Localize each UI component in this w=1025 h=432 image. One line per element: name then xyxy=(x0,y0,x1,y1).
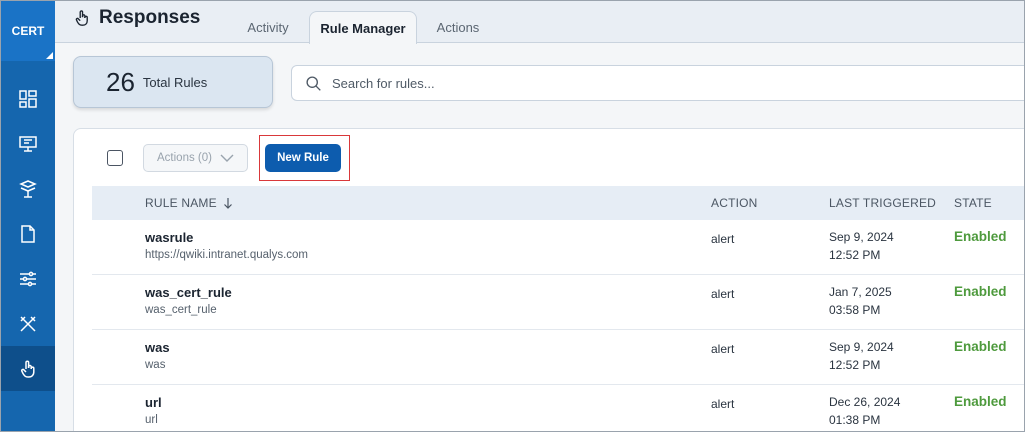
rule-name[interactable]: url xyxy=(145,395,162,410)
tab-activity[interactable]: Activity xyxy=(231,11,305,43)
nav-item-assets[interactable] xyxy=(1,166,55,211)
nav-item-reports[interactable] xyxy=(1,211,55,256)
app-window: CERT Responses Activity Rule Manager Act… xyxy=(0,0,1025,432)
column-header-rule-name[interactable]: RULE NAME xyxy=(145,186,233,220)
last-triggered-date: Sep 9, 2024 xyxy=(829,230,894,244)
table-row[interactable]: url url alert Dec 26, 2024 01:38 PM Enab… xyxy=(92,385,1024,431)
search-input[interactable] xyxy=(332,75,932,91)
tab-bar: Activity Rule Manager Actions xyxy=(231,11,499,44)
brand-label: CERT xyxy=(11,24,45,38)
table-row[interactable]: was_cert_rule was_cert_rule alert Jan 7,… xyxy=(92,275,1024,330)
nav-item-monitor[interactable] xyxy=(1,121,55,166)
total-rules-label: Total Rules xyxy=(142,74,208,90)
nav-item-responses[interactable] xyxy=(1,346,55,391)
select-all-checkbox[interactable] xyxy=(107,150,123,166)
rule-action: alert xyxy=(711,232,735,246)
brand-switcher[interactable]: CERT xyxy=(1,1,55,61)
column-header-last-triggered[interactable]: LAST TRIGGERED xyxy=(829,186,936,220)
rules-panel: Actions (0) New Rule RULE NAME ACTION LA… xyxy=(73,128,1024,431)
hand-pointer-icon xyxy=(75,10,88,26)
rule-state: Enabled xyxy=(954,394,1007,409)
actions-dropdown-button[interactable]: Actions (0) xyxy=(143,144,248,172)
rule-state: Enabled xyxy=(954,229,1007,244)
rule-name[interactable]: wasrule xyxy=(145,230,193,245)
main-area: Responses Activity Rule Manager Actions … xyxy=(55,1,1024,431)
rule-description: url xyxy=(145,414,158,426)
last-triggered-date: Dec 26, 2024 xyxy=(829,395,901,409)
document-icon xyxy=(21,224,35,243)
nav-item-dashboard[interactable] xyxy=(1,76,55,121)
left-nav-rail: CERT xyxy=(1,1,55,431)
chevron-down-icon xyxy=(220,154,234,162)
rule-description: was_cert_rule xyxy=(145,304,217,316)
search-icon xyxy=(306,75,321,91)
nav-item-tools[interactable] xyxy=(1,301,55,346)
tab-rule-manager[interactable]: Rule Manager xyxy=(309,11,417,44)
last-triggered-time: 12:52 PM xyxy=(829,358,881,372)
column-header-state[interactable]: STATE xyxy=(954,186,992,220)
nav-item-configuration[interactable] xyxy=(1,256,55,301)
column-header-label: RULE NAME xyxy=(145,196,217,210)
search-box xyxy=(291,65,1024,101)
table-row[interactable]: wasrule https://qwiki.intranet.qualys.co… xyxy=(92,220,1024,275)
rule-state: Enabled xyxy=(954,339,1007,354)
tools-icon xyxy=(20,315,36,332)
last-triggered-time: 01:38 PM xyxy=(829,413,881,427)
page-title-text: Responses xyxy=(99,7,201,28)
column-header-action[interactable]: ACTION xyxy=(711,186,758,220)
hand-pointer-icon xyxy=(21,360,35,378)
last-triggered-date: Jan 7, 2025 xyxy=(829,285,892,299)
dashboard-icon xyxy=(19,89,37,108)
monitor-icon xyxy=(19,135,37,152)
table-header: RULE NAME ACTION LAST TRIGGERED STATE xyxy=(92,186,1024,220)
brand-menu-corner-icon xyxy=(46,52,53,59)
total-rules-card: 26 Total Rules xyxy=(73,56,273,108)
top-bar: Responses Activity Rule Manager Actions xyxy=(55,1,1024,44)
sliders-icon xyxy=(20,271,36,286)
rule-description: https://qwiki.intranet.qualys.com xyxy=(145,249,308,261)
last-triggered-date: Sep 9, 2024 xyxy=(829,340,894,354)
page-title: Responses xyxy=(73,7,200,29)
rule-description: was xyxy=(145,359,166,371)
rule-action: alert xyxy=(711,397,735,411)
rule-action: alert xyxy=(711,287,735,301)
total-rules-count: 26 xyxy=(106,66,135,97)
sort-down-arrow-icon xyxy=(223,198,232,209)
tab-actions[interactable]: Actions xyxy=(417,11,499,43)
rules-toolbar: Actions (0) New Rule xyxy=(74,129,1024,187)
last-triggered-time: 12:52 PM xyxy=(829,248,881,262)
rule-state: Enabled xyxy=(954,284,1007,299)
rules-table: RULE NAME ACTION LAST TRIGGERED STATE wa… xyxy=(92,186,1024,431)
rule-action: alert xyxy=(711,342,735,356)
actions-dropdown-label: Actions (0) xyxy=(157,152,212,164)
assets-icon xyxy=(19,179,37,198)
table-row[interactable]: was was alert Sep 9, 2024 12:52 PM Enabl… xyxy=(92,330,1024,385)
rule-name[interactable]: was_cert_rule xyxy=(145,285,232,300)
rule-name[interactable]: was xyxy=(145,340,170,355)
new-rule-button[interactable]: New Rule xyxy=(265,144,341,172)
last-triggered-time: 03:58 PM xyxy=(829,303,881,317)
